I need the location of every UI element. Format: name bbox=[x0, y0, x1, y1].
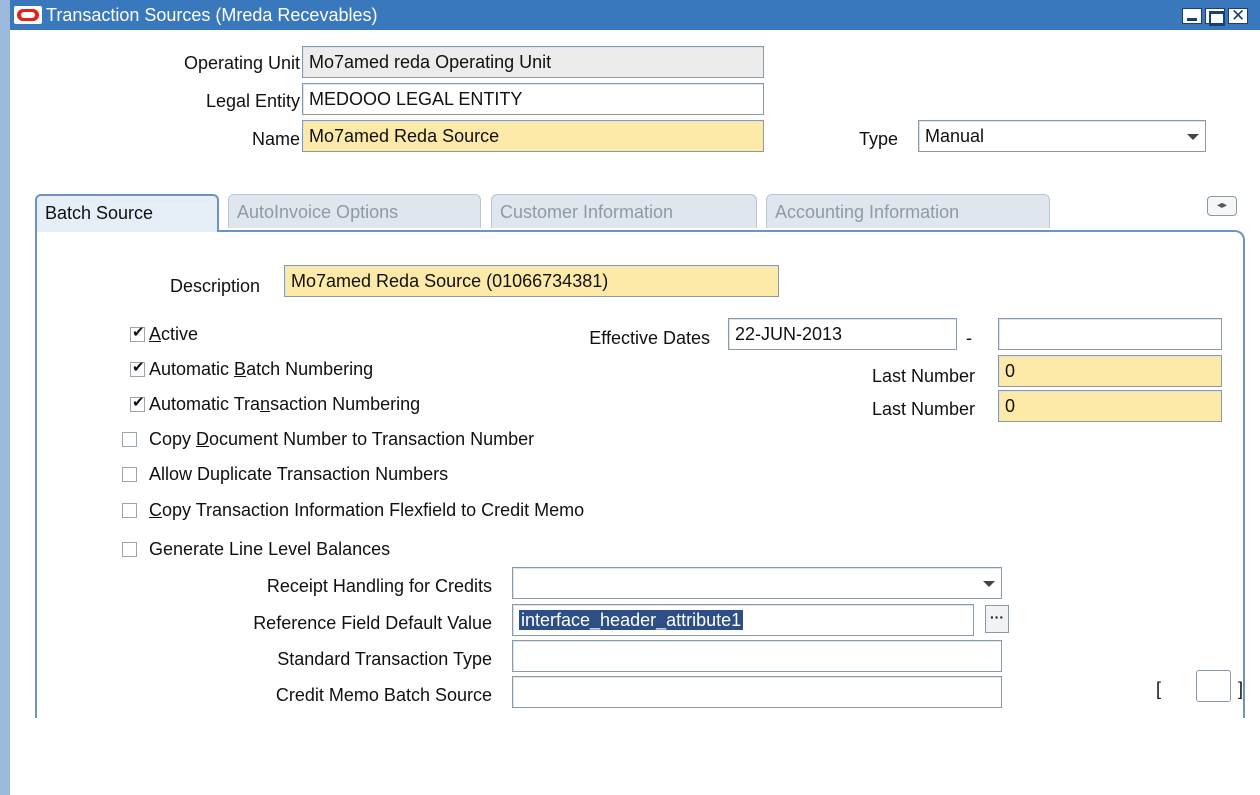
effective-dates-label: Effective Dates bbox=[589, 328, 710, 348]
reference-field-input[interactable]: interface_header_attribute1 bbox=[512, 604, 974, 636]
allow-duplicate-label: Allow Duplicate Transaction Numbers bbox=[149, 464, 449, 484]
reference-field-selected-text: interface_header_attribute1 bbox=[519, 610, 744, 630]
tab-autoinvoice-options-label: AutoInvoice Options bbox=[237, 202, 399, 222]
window-title: Transaction Sources (Mreda Recevables) bbox=[46, 5, 378, 25]
tab-scroll-arrows-icon[interactable]: ◂▸ bbox=[1207, 196, 1237, 216]
generate-line-balances-checkbox[interactable] bbox=[122, 542, 137, 557]
close-button[interactable]: ✕ bbox=[1228, 6, 1248, 26]
transaction-sources-window: Transaction Sources (Mreda Recevables) ✕… bbox=[10, 0, 1260, 795]
type-label: Type bbox=[858, 129, 898, 149]
receipt-handling-select[interactable] bbox=[512, 567, 1002, 599]
close-icon: ✕ bbox=[1231, 6, 1246, 26]
descriptive-flexfield-box[interactable] bbox=[1196, 670, 1231, 702]
copy-document-number-checkbox[interactable] bbox=[122, 432, 137, 447]
operating-unit-label: Operating Unit bbox=[183, 53, 300, 73]
legal-entity-label: Legal Entity bbox=[205, 91, 300, 111]
maximize-button[interactable] bbox=[1205, 8, 1225, 26]
flexfield-bracket-open: [ bbox=[1156, 679, 1162, 699]
legal-entity-field[interactable]: MEDOOO LEGAL ENTITY bbox=[302, 83, 764, 115]
active-checkbox[interactable] bbox=[130, 323, 145, 342]
tab-customer-information[interactable]: Customer Information bbox=[491, 194, 757, 228]
oracle-logo-icon bbox=[14, 6, 42, 24]
tab-accounting-information[interactable]: Accounting Information bbox=[766, 194, 1050, 228]
description-field[interactable]: Mo7amed Reda Source (01066734381) bbox=[284, 265, 779, 297]
minimize-button[interactable] bbox=[1182, 8, 1202, 24]
title-bar[interactable]: Transaction Sources (Mreda Recevables) ✕ bbox=[10, 0, 1260, 30]
receipt-handling-label: Receipt Handling for Credits bbox=[266, 576, 492, 596]
auto-transaction-numbering-checkbox[interactable] bbox=[130, 393, 145, 412]
standard-transaction-type-field[interactable] bbox=[512, 640, 1002, 672]
tab-accounting-information-label: Accounting Information bbox=[775, 202, 960, 222]
auto-batch-numbering-checkbox[interactable] bbox=[130, 358, 145, 377]
active-label: Active bbox=[149, 324, 199, 344]
tab-batch-source-label: Batch Source bbox=[45, 203, 154, 223]
last-number-label-batch: Last Number bbox=[871, 366, 975, 386]
chevron-down-icon bbox=[1187, 134, 1199, 140]
credit-memo-batch-source-label: Credit Memo Batch Source bbox=[275, 685, 492, 705]
last-number-label-transaction: Last Number bbox=[871, 399, 975, 419]
reference-field-label: Reference Field Default Value bbox=[253, 613, 492, 633]
effective-date-to-field[interactable] bbox=[998, 318, 1222, 350]
type-select[interactable]: Manual bbox=[918, 120, 1206, 152]
auto-batch-numbering-label: Automatic Batch Numbering bbox=[149, 359, 374, 379]
list-of-values-button[interactable]: ··· bbox=[985, 605, 1009, 633]
generate-line-balances-label: Generate Line Level Balances bbox=[149, 539, 391, 559]
effective-date-from-field[interactable]: 22-JUN-2013 bbox=[728, 318, 957, 350]
operating-unit-field[interactable]: Mo7amed reda Operating Unit bbox=[302, 46, 764, 78]
description-label: Description bbox=[169, 276, 260, 296]
tab-batch-source[interactable]: Batch Source bbox=[35, 194, 219, 232]
last-number-transaction-field[interactable]: 0 bbox=[998, 390, 1222, 422]
copy-flexfield-checkbox[interactable] bbox=[122, 503, 137, 518]
chevron-down-icon bbox=[983, 581, 995, 587]
date-range-separator: - bbox=[966, 328, 972, 348]
allow-duplicate-checkbox[interactable] bbox=[122, 467, 137, 482]
auto-transaction-numbering-label: Automatic Transaction Numbering bbox=[149, 394, 421, 414]
flexfield-bracket-close: ] bbox=[1238, 679, 1244, 699]
desktop-edge bbox=[0, 0, 10, 795]
tab-autoinvoice-options[interactable]: AutoInvoice Options bbox=[228, 194, 481, 228]
type-select-value: Manual bbox=[925, 126, 985, 146]
credit-memo-batch-source-field[interactable] bbox=[512, 676, 1002, 708]
tab-customer-information-label: Customer Information bbox=[500, 202, 674, 222]
copy-flexfield-label: Copy Transaction Information Flexfield t… bbox=[149, 500, 585, 520]
last-number-batch-field[interactable]: 0 bbox=[998, 355, 1222, 387]
standard-transaction-type-label: Standard Transaction Type bbox=[277, 649, 492, 669]
name-label: Name bbox=[251, 129, 300, 149]
copy-document-number-label: Copy Document Number to Transaction Numb… bbox=[149, 429, 535, 449]
name-field[interactable]: Mo7amed Reda Source bbox=[302, 120, 764, 152]
